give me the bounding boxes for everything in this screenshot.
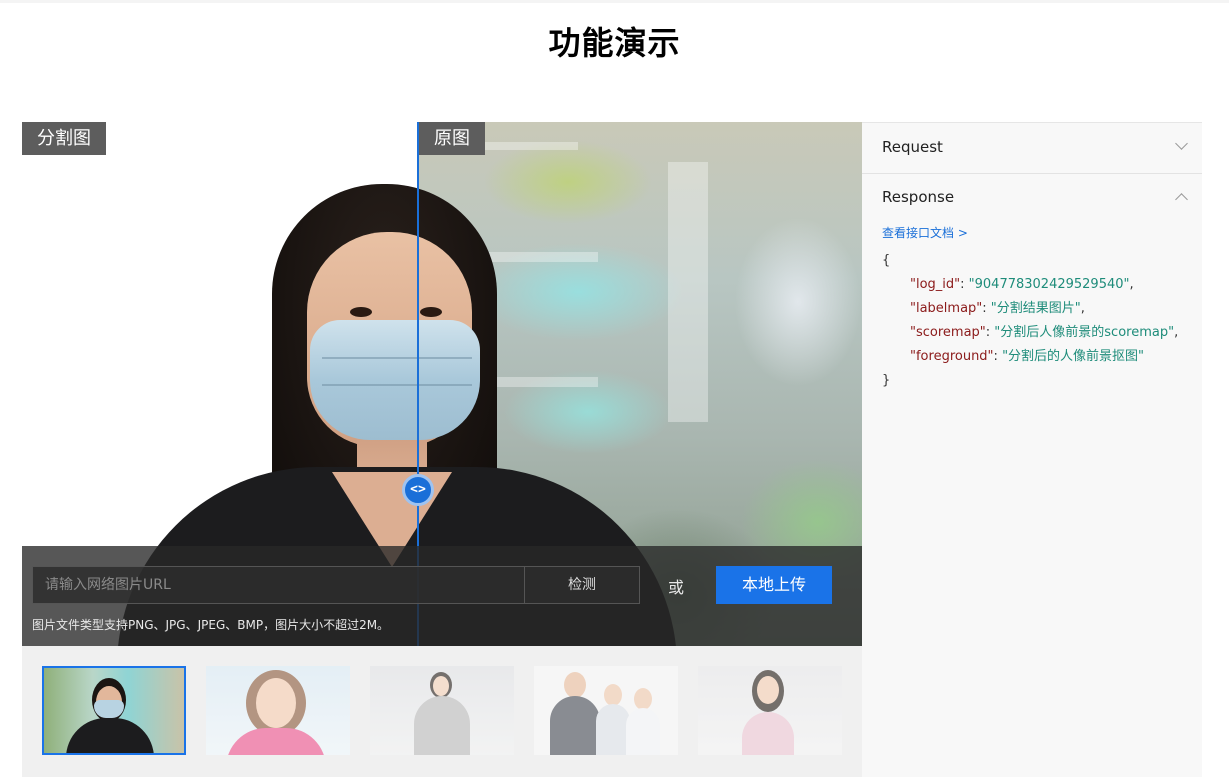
image-url-input[interactable] — [32, 566, 525, 604]
json-field-log-id: "log_id": "904778302429529540", — [910, 277, 1134, 292]
left-eye — [350, 307, 372, 317]
right-eye — [420, 307, 442, 317]
local-upload-button[interactable]: 本地上传 — [716, 566, 832, 604]
thumbnail-smiling-woman[interactable] — [206, 666, 350, 755]
original-label: 原图 — [419, 122, 485, 155]
thumbnail-woman-mask[interactable] — [42, 666, 186, 755]
thumbnail-business-group[interactable] — [534, 666, 678, 755]
request-section-header[interactable]: Request — [862, 123, 1202, 174]
page-title: 功能演示 — [548, 24, 681, 62]
json-field-labelmap: "labelmap": "分割结果图片", — [910, 301, 1085, 316]
or-text: 或 — [668, 578, 685, 597]
json-field-foreground: "foreground": "分割后的人像前景抠图" — [910, 349, 1145, 364]
response-json: { "log_id": "904778302429529540", "label… — [882, 249, 1178, 393]
detect-button[interactable]: 检测 — [524, 566, 640, 604]
compare-arrows-icon[interactable]: <> — [402, 474, 434, 506]
thumbnail-strip — [22, 646, 862, 777]
response-label: Response — [882, 188, 955, 206]
request-label: Request — [882, 138, 943, 156]
api-doc-link[interactable]: 查看接口文档 > — [882, 224, 968, 241]
thumbnail-woman-gray-sweater[interactable] — [370, 666, 514, 755]
thumbnail-woman-pink-top[interactable] — [698, 666, 842, 755]
response-section-header[interactable]: Response — [862, 173, 1202, 223]
json-field-scoremap: "scoremap": "分割后人像前景的scoremap", — [910, 325, 1179, 340]
segmented-label: 分割图 — [22, 122, 106, 155]
api-panel: Request Response 查看接口文档 > { "log_id": "9… — [862, 122, 1202, 777]
chevron-up-icon[interactable] — [1175, 193, 1188, 206]
json-open-brace: { — [882, 253, 891, 268]
face-mask — [310, 320, 480, 440]
file-hint: 图片文件类型支持PNG、JPG、JPEG、BMP，图片大小不超过2M。 — [32, 618, 390, 632]
top-border — [0, 0, 1229, 3]
input-bar: 检测 或 本地上传 图片文件类型支持PNG、JPG、JPEG、BMP，图片大小不… — [22, 546, 862, 646]
json-close-brace: } — [882, 373, 891, 388]
demo-stage[interactable]: 分割图 原图 <> 检测 或 本地上传 图片文件类型支持PNG、JPG、JPEG… — [22, 122, 862, 646]
chevron-down-icon[interactable] — [1175, 137, 1188, 150]
